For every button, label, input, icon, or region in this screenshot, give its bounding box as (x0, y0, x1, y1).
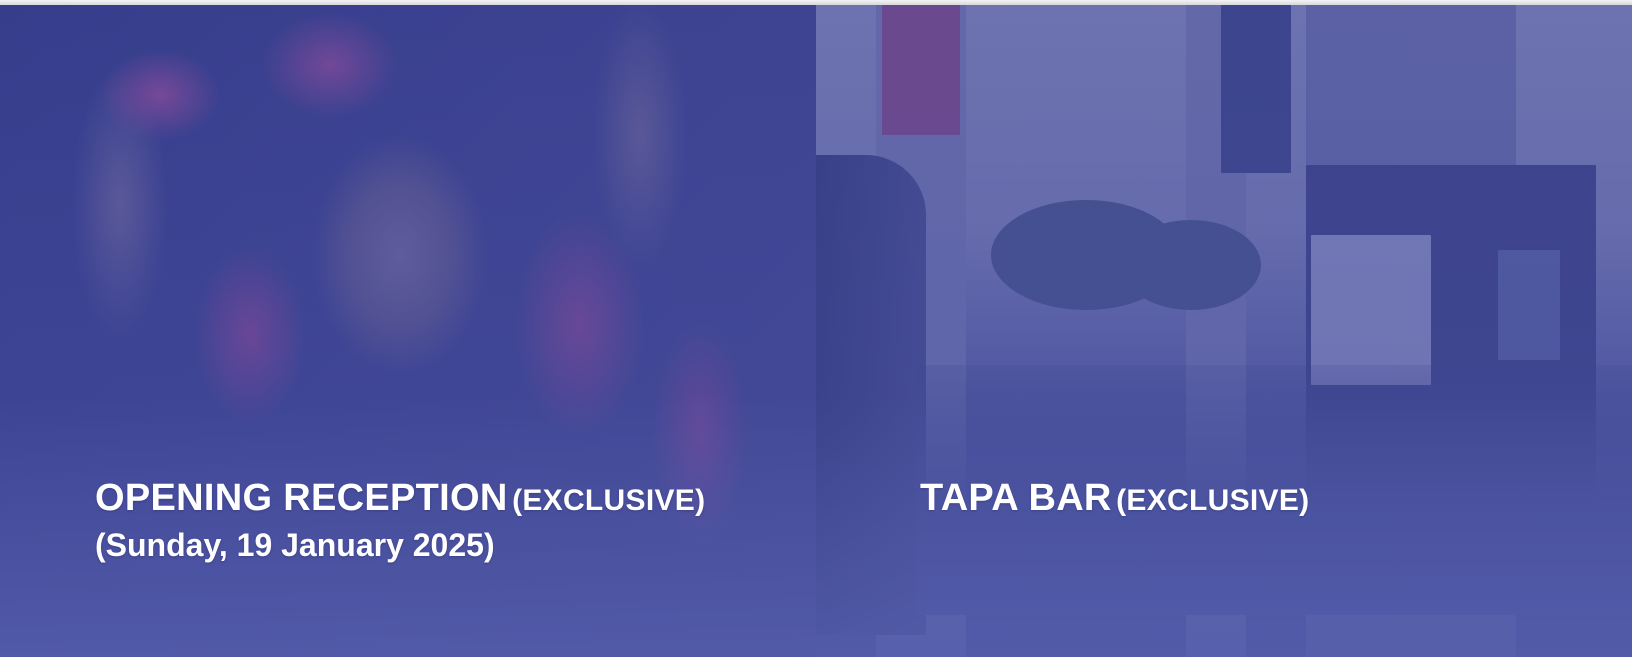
event-caption: TAPA BAR (EXCLUSIVE) (920, 476, 1309, 522)
event-title: TAPA BAR (920, 477, 1112, 519)
event-title-line: TAPA BAR (EXCLUSIVE) (920, 476, 1309, 522)
event-title: OPENING RECEPTION (95, 477, 508, 519)
event-caption: OPENING RECEPTION (EXCLUSIVE) (Sunday, 1… (95, 476, 705, 564)
events-row: OPENING RECEPTION (EXCLUSIVE) (Sunday, 1… (0, 5, 1632, 657)
event-title-line: OPENING RECEPTION (EXCLUSIVE) (95, 476, 705, 522)
event-exclusive-tag: (EXCLUSIVE) (512, 484, 706, 517)
event-card-opening-reception[interactable]: OPENING RECEPTION (EXCLUSIVE) (Sunday, 1… (0, 5, 816, 657)
event-card-tapa-bar[interactable]: TAPA BAR (EXCLUSIVE) (816, 5, 1632, 657)
event-date: (Sunday, 19 January 2025) (95, 526, 495, 563)
event-exclusive-tag: (EXCLUSIVE) (1116, 484, 1310, 517)
photo-overlay (816, 5, 1632, 657)
